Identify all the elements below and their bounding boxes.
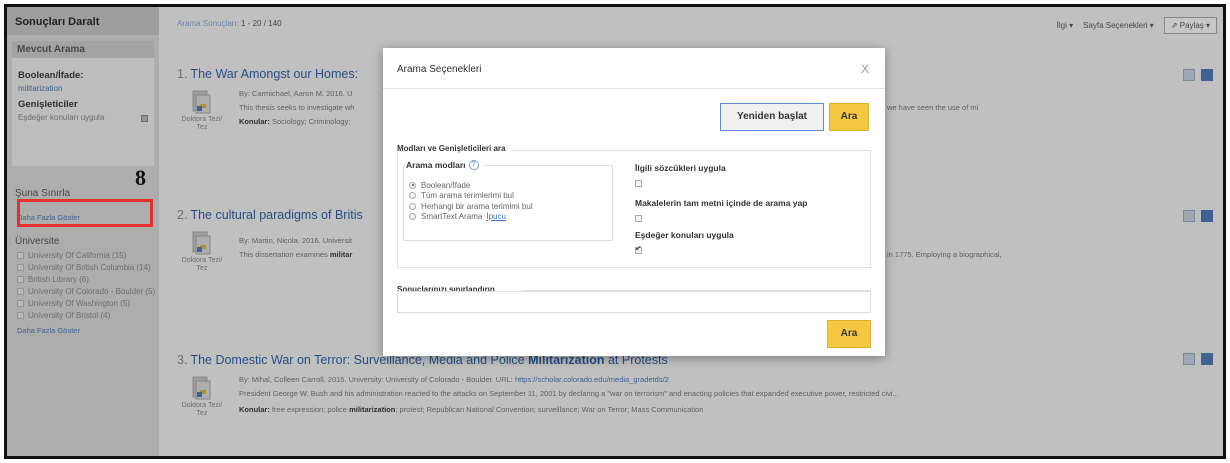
option-equivalent-subjects: Eşdeğer konuları uygula	[635, 230, 734, 254]
equivalent-subjects-checkbox[interactable]	[635, 244, 642, 254]
limit-results-area	[397, 291, 871, 313]
radio-button[interactable]	[409, 202, 416, 210]
search-options-dialog: Arama Seçenekleri X Yeniden başlat Ara M…	[383, 48, 885, 356]
option-label: Makalelerin tam metni içinde de arama ya…	[635, 198, 808, 208]
mode-option-all-terms[interactable]: Tüm arama terimlerimi bul	[409, 191, 533, 201]
annotation-highlight-box	[17, 199, 153, 227]
dialog-title: Arama Seçenekleri	[397, 64, 482, 75]
mode-label: Boolean/İfade	[421, 180, 471, 190]
search-button[interactable]: Ara	[829, 103, 869, 131]
related-words-checkbox[interactable]	[635, 180, 642, 187]
modes-expanders-legend: Modları ve Genişleticileri ara	[397, 144, 512, 153]
search-modes-label: Arama modları	[406, 160, 466, 170]
mode-option-smarttext[interactable]: SmartText Arama İpucu	[409, 212, 533, 222]
option-label: İlgili sözcükleri uygula	[635, 163, 726, 173]
mode-option-boolean[interactable]: Boolean/İfade	[409, 180, 533, 190]
full-text-checkbox[interactable]	[635, 215, 642, 222]
close-icon[interactable]: X	[861, 62, 869, 76]
reset-button[interactable]: Yeniden başlat	[720, 103, 824, 131]
mode-label: Tüm arama terimlerimi bul	[421, 191, 514, 200]
mode-label: SmartText Arama	[421, 212, 483, 221]
radio-button[interactable]	[409, 213, 416, 220]
search-modes-list: Boolean/İfade Tüm arama terimlerimi bul …	[409, 180, 533, 222]
screenshot-frame: Sonuçları Daralt Mevcut Arama Boolean/İf…	[4, 4, 1226, 459]
option-full-text: Makalelerin tam metni içinde de arama ya…	[635, 198, 807, 222]
search-button-bottom[interactable]: Ara	[827, 320, 871, 348]
option-related-words: İlgili sözcükleri uygula	[635, 163, 726, 187]
radio-button[interactable]	[409, 181, 416, 189]
radio-button[interactable]	[409, 192, 416, 199]
mode-option-any-terms[interactable]: Herhangi bir arama terimimi bul	[409, 201, 533, 211]
help-icon[interactable]: ?	[468, 160, 479, 170]
dialog-divider	[383, 88, 885, 89]
mode-label: Herhangi bir arama terimimi bul	[421, 201, 533, 211]
search-modes-legend: Arama modları ?	[406, 160, 483, 170]
option-label: Eşdeğer konuları uygula	[635, 230, 734, 240]
smarttext-tip-link[interactable]: İpucu	[486, 212, 506, 221]
annotation-step-number: 8	[135, 165, 146, 190]
